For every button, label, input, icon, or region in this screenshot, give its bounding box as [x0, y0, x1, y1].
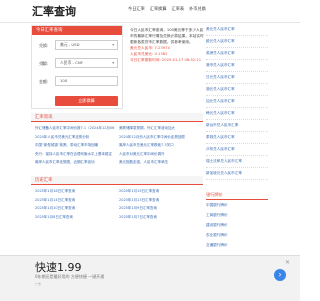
- nav-item-exchange[interactable]: 外币兑换: [189, 6, 206, 12]
- amount-row: 金额: 100: [36, 76, 118, 86]
- history-item[interactable]: 2025年1月14日汇率查询: [35, 196, 115, 205]
- history-item[interactable]: 2025年1月10日汇率查询: [35, 204, 115, 213]
- list-item[interactable]: 新加坡元兑人民币汇率: [206, 168, 268, 180]
- to-label: 兑换:: [39, 61, 49, 66]
- converter-title: 今日汇率查询: [32, 26, 122, 35]
- list-item[interactable]: 工商银行牌价: [206, 210, 268, 220]
- bank-rate-section: 银行牌价 中国银行牌价 工商银行牌价 建设银行牌价 农业银行牌价 交通银行牌价: [206, 190, 268, 250]
- close-icon[interactable]: ✕: [285, 259, 290, 266]
- list-item[interactable]: 建设银行牌价: [206, 220, 268, 230]
- news-item[interactable]: 美联储降息预期，外汇汇率波动加大: [119, 124, 199, 133]
- update-time: 今日汇率更新时间: 2025-01-17 08:52:21: [130, 57, 202, 62]
- nav-item-today[interactable]: 今日汇率: [128, 6, 145, 12]
- history-title: 历史汇率: [31, 176, 203, 185]
- list-item[interactable]: 中国银行牌价: [206, 200, 268, 210]
- from-currency-select[interactable]: 美元 - USD ▾: [55, 40, 118, 50]
- rate-info: 今日人民币汇率查询，100美元等于多少人民币的最新汇率行情及兑换计算结果，本站实…: [130, 28, 204, 64]
- bank-rate-title: 银行牌价: [206, 190, 268, 200]
- currency-pair-list: 美元兑人民币汇率 欧元兑人民币汇率 英镑兑人民币汇率 港币兑人民币汇率 日元兑人…: [206, 24, 268, 180]
- arrow-right-icon[interactable]: ›: [274, 269, 286, 281]
- history-item[interactable]: 2025年1月16日汇率查询: [35, 187, 115, 196]
- list-item[interactable]: 日元兑人民币汇率: [206, 72, 268, 84]
- list-item[interactable]: 加元兑人民币汇率: [206, 96, 268, 108]
- site-logo[interactable]: 汇率查询: [32, 3, 76, 19]
- list-item[interactable]: 新台币兑人民币汇率: [206, 120, 268, 132]
- news-item[interactable]: 美元指数走强，人民币汇率承压: [119, 158, 199, 167]
- site-header: 汇率查询 今日汇率 汇率换算 汇率表 外币兑换: [0, 0, 300, 22]
- from-currency-value: 美元 - USD: [60, 42, 80, 47]
- chevron-down-icon: ▾: [112, 43, 114, 47]
- to-currency-value: 人民币 - CNY: [60, 60, 83, 65]
- history-item[interactable]: 2025年1月15日汇率查询: [119, 187, 199, 196]
- from-currency-row: 兑换: 美元 - USD ▾: [36, 40, 118, 50]
- list-item[interactable]: 澳元兑人民币汇率: [206, 84, 268, 96]
- to-currency-row: 兑换: 人民币 - CNY ▾: [36, 58, 118, 68]
- list-item[interactable]: 英镑兑人民币汇率: [206, 48, 268, 60]
- history-section: 历史汇率 2025年1月16日汇率查询 2025年1月15日汇率查询 2025年…: [31, 176, 203, 223]
- list-item[interactable]: 卢布兑人民币汇率: [206, 144, 268, 156]
- from-label: 兑换:: [39, 43, 49, 48]
- ad-title: 快速1.99: [35, 261, 82, 274]
- ad-subtitle: 0年期还是最好用的 方便快捷 一键开通: [35, 274, 105, 279]
- converter-panel: 今日汇率查询 兑换: 美元 - USD ▾ ⇅ 兑换: 人民币 - CNY ▾ …: [31, 25, 123, 109]
- news-item[interactable]: 2024年12月份人民币汇率中间价走势回顾: [119, 133, 199, 142]
- news-section: 汇率资讯 外汇储备人民币汇率中间价报7.1（2024年12月06日） 美联储降息…: [31, 113, 203, 169]
- news-item[interactable]: 央行：保持人民币汇率在合理均衡水平上基本稳定: [35, 150, 115, 159]
- top-nav: 今日汇率 汇率换算 汇率表 外币兑换: [128, 6, 206, 12]
- news-item[interactable]: 离岸人民币兑美元汇率跌破7.3关口: [119, 141, 199, 150]
- chevron-down-icon: ▾: [112, 61, 114, 65]
- news-item[interactable]: 离岸人民币汇率走势图，近期汇率波动: [35, 158, 115, 167]
- rate-description: 今日人民币汇率查询，100美元等于多少人民币的最新汇率行情及兑换计算结果，本站实…: [130, 28, 204, 44]
- header-divider: [0, 22, 300, 23]
- list-item[interactable]: 韩元兑人民币汇率: [206, 108, 268, 120]
- history-item[interactable]: 2025年1月13日汇率查询: [119, 196, 199, 205]
- news-item[interactable]: 人民币对美元汇率中间价调升: [119, 150, 199, 159]
- to-currency-select[interactable]: 人民币 - CNY ▾: [55, 58, 118, 68]
- nav-item-convert[interactable]: 汇率换算: [150, 6, 167, 12]
- list-item[interactable]: 交通银行牌价: [206, 240, 268, 250]
- list-item[interactable]: 港币兑人民币汇率: [206, 60, 268, 72]
- list-item[interactable]: 瑞士法郎兑人民币汇率: [206, 156, 268, 168]
- nav-item-table[interactable]: 汇率表: [172, 6, 185, 12]
- history-item[interactable]: 2025年1月7日汇率查询: [119, 213, 199, 222]
- ad-banner[interactable]: 快速1.99 0年期还是最好用的 方便快捷 一键开通 广告 ✕ ›: [0, 255, 300, 301]
- history-item[interactable]: 2025年1月8日汇率查询: [35, 213, 115, 222]
- list-item[interactable]: 美元兑人民币汇率: [206, 24, 268, 36]
- news-title: 汇率资讯: [31, 113, 203, 122]
- news-item[interactable]: 外汇储备人民币汇率中间价报7.1（2024年12月06日）: [35, 124, 115, 133]
- list-item[interactable]: 泰铢兑人民币汇率: [206, 132, 268, 144]
- news-item[interactable]: 中国“新型城镇”政策，带动汇率市场回暖: [35, 141, 115, 150]
- history-item[interactable]: 2025年1月9日汇率查询: [119, 204, 199, 213]
- list-item[interactable]: 农业银行牌价: [206, 230, 268, 240]
- amount-value: 100: [60, 78, 68, 83]
- ad-label: 广告: [35, 282, 42, 286]
- news-item[interactable]: 2024年人民币兑美元汇率走势分析: [35, 133, 115, 142]
- list-item[interactable]: 欧元兑人民币汇率: [206, 36, 268, 48]
- amount-input[interactable]: 100: [55, 76, 118, 86]
- convert-button[interactable]: 立即换算: [55, 96, 118, 106]
- amount-label: 金额:: [39, 79, 49, 84]
